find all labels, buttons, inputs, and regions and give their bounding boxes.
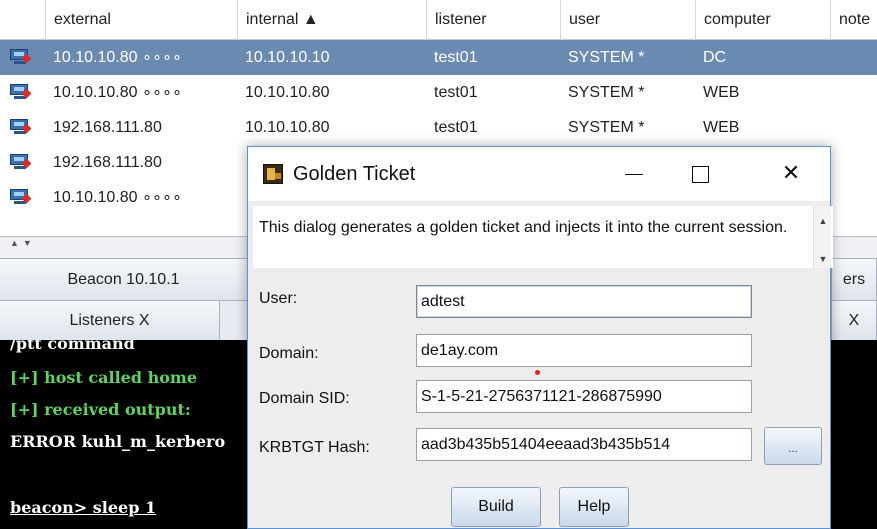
minimize-icon: [625, 174, 643, 175]
description-box: This dialog generates a golden ticket an…: [253, 206, 833, 268]
cell-computer: WEB: [703, 84, 740, 101]
cell-internal: 10.10.10.10: [245, 49, 330, 66]
cell-computer: DC: [703, 49, 727, 66]
cell-computer: WEB: [703, 119, 740, 136]
col-header-listener[interactable]: listener: [426, 0, 560, 40]
domain-sid-label: Domain SID:: [259, 390, 350, 407]
col-header-external[interactable]: external: [45, 0, 237, 40]
minimize-button[interactable]: [605, 147, 661, 201]
cell-listener: test01: [434, 49, 478, 66]
cell-external: 10.10.10.80 ∘∘∘∘: [53, 189, 183, 206]
help-button[interactable]: Help: [559, 487, 629, 527]
cell-user: SYSTEM *: [568, 84, 645, 101]
description-scrollbar[interactable]: ▲ ▼: [813, 206, 831, 268]
col-header-user[interactable]: user: [560, 0, 695, 40]
scroll-up-icon[interactable]: ▲: [814, 212, 832, 230]
tab-close-right[interactable]: X: [831, 301, 877, 341]
col-header-computer[interactable]: computer: [695, 0, 830, 40]
cell-internal: 10.10.10.80: [245, 119, 330, 136]
beacon-computer-icon: [10, 189, 32, 205]
golden-ticket-dialog: Golden Ticket ✕ This dialog generates a …: [247, 146, 833, 529]
cell-external: 10.10.10.80 ∘∘∘∘: [53, 49, 183, 66]
build-button[interactable]: Build: [451, 487, 541, 527]
table-row[interactable]: 10.10.10.80 ∘∘∘∘ 10.10.10.10 test01 SYST…: [0, 40, 877, 75]
table-header: external internal ▲ listener user comput…: [0, 0, 877, 40]
cell-listener: test01: [434, 119, 478, 136]
browse-button[interactable]: ...: [764, 427, 822, 465]
domain-field[interactable]: [416, 334, 752, 367]
tab-beacon[interactable]: Beacon 10.10.1: [0, 259, 248, 301]
table-row[interactable]: 192.168.111.80 10.10.10.80 test01 SYSTEM…: [0, 110, 877, 145]
console-line: /ptt command: [10, 340, 135, 353]
cell-external: 10.10.10.80 ∘∘∘∘: [53, 84, 183, 101]
domain-sid-field[interactable]: [416, 380, 752, 413]
golden-ticket-icon: [263, 164, 283, 184]
console-line: [+] received output:: [10, 400, 191, 419]
user-label: User:: [259, 290, 298, 307]
dialog-titlebar[interactable]: Golden Ticket ✕: [248, 147, 830, 201]
beacon-computer-icon: [10, 154, 32, 170]
console-prompt[interactable]: beacon> sleep 1: [10, 498, 156, 517]
user-field[interactable]: [416, 285, 752, 318]
cell-listener: test01: [434, 84, 478, 101]
col-header-note[interactable]: note: [830, 0, 877, 40]
close-button[interactable]: ✕: [763, 147, 819, 201]
dialog-body: This dialog generates a golden ticket an…: [248, 201, 833, 528]
cell-user: SYSTEM *: [568, 119, 645, 136]
cell-user: SYSTEM *: [568, 49, 645, 66]
console-line: [+] host called home: [10, 368, 198, 387]
cell-internal: 10.10.10.80: [245, 84, 330, 101]
cursor-marker: [535, 370, 540, 375]
krbtgt-hash-label: KRBTGT Hash:: [259, 439, 370, 456]
beacon-computer-icon: [10, 84, 32, 100]
beacon-computer-icon: [10, 49, 32, 65]
description-text: This dialog generates a golden ticket an…: [259, 219, 788, 236]
collapse-arrows-icon[interactable]: ▲▼: [10, 237, 36, 249]
tab-listeners[interactable]: Listeners X: [0, 301, 220, 341]
maximize-button[interactable]: [672, 147, 728, 201]
console-line: ERROR kuhl_m_kerbero: [10, 432, 226, 451]
table-row[interactable]: 10.10.10.80 ∘∘∘∘ 10.10.10.80 test01 SYST…: [0, 75, 877, 110]
col-header-internal[interactable]: internal ▲: [237, 0, 426, 40]
scroll-down-icon[interactable]: ▼: [814, 250, 832, 268]
domain-label: Domain:: [259, 345, 319, 362]
close-icon: ✕: [781, 161, 801, 186]
cell-external: 192.168.111.80: [53, 119, 162, 136]
cell-external: 192.168.111.80: [53, 154, 162, 171]
krbtgt-hash-field[interactable]: [416, 428, 752, 461]
dialog-title: Golden Ticket: [293, 163, 416, 185]
beacon-computer-icon: [10, 119, 32, 135]
maximize-icon: [692, 166, 709, 183]
tab-listeners-right[interactable]: ers: [831, 259, 877, 301]
